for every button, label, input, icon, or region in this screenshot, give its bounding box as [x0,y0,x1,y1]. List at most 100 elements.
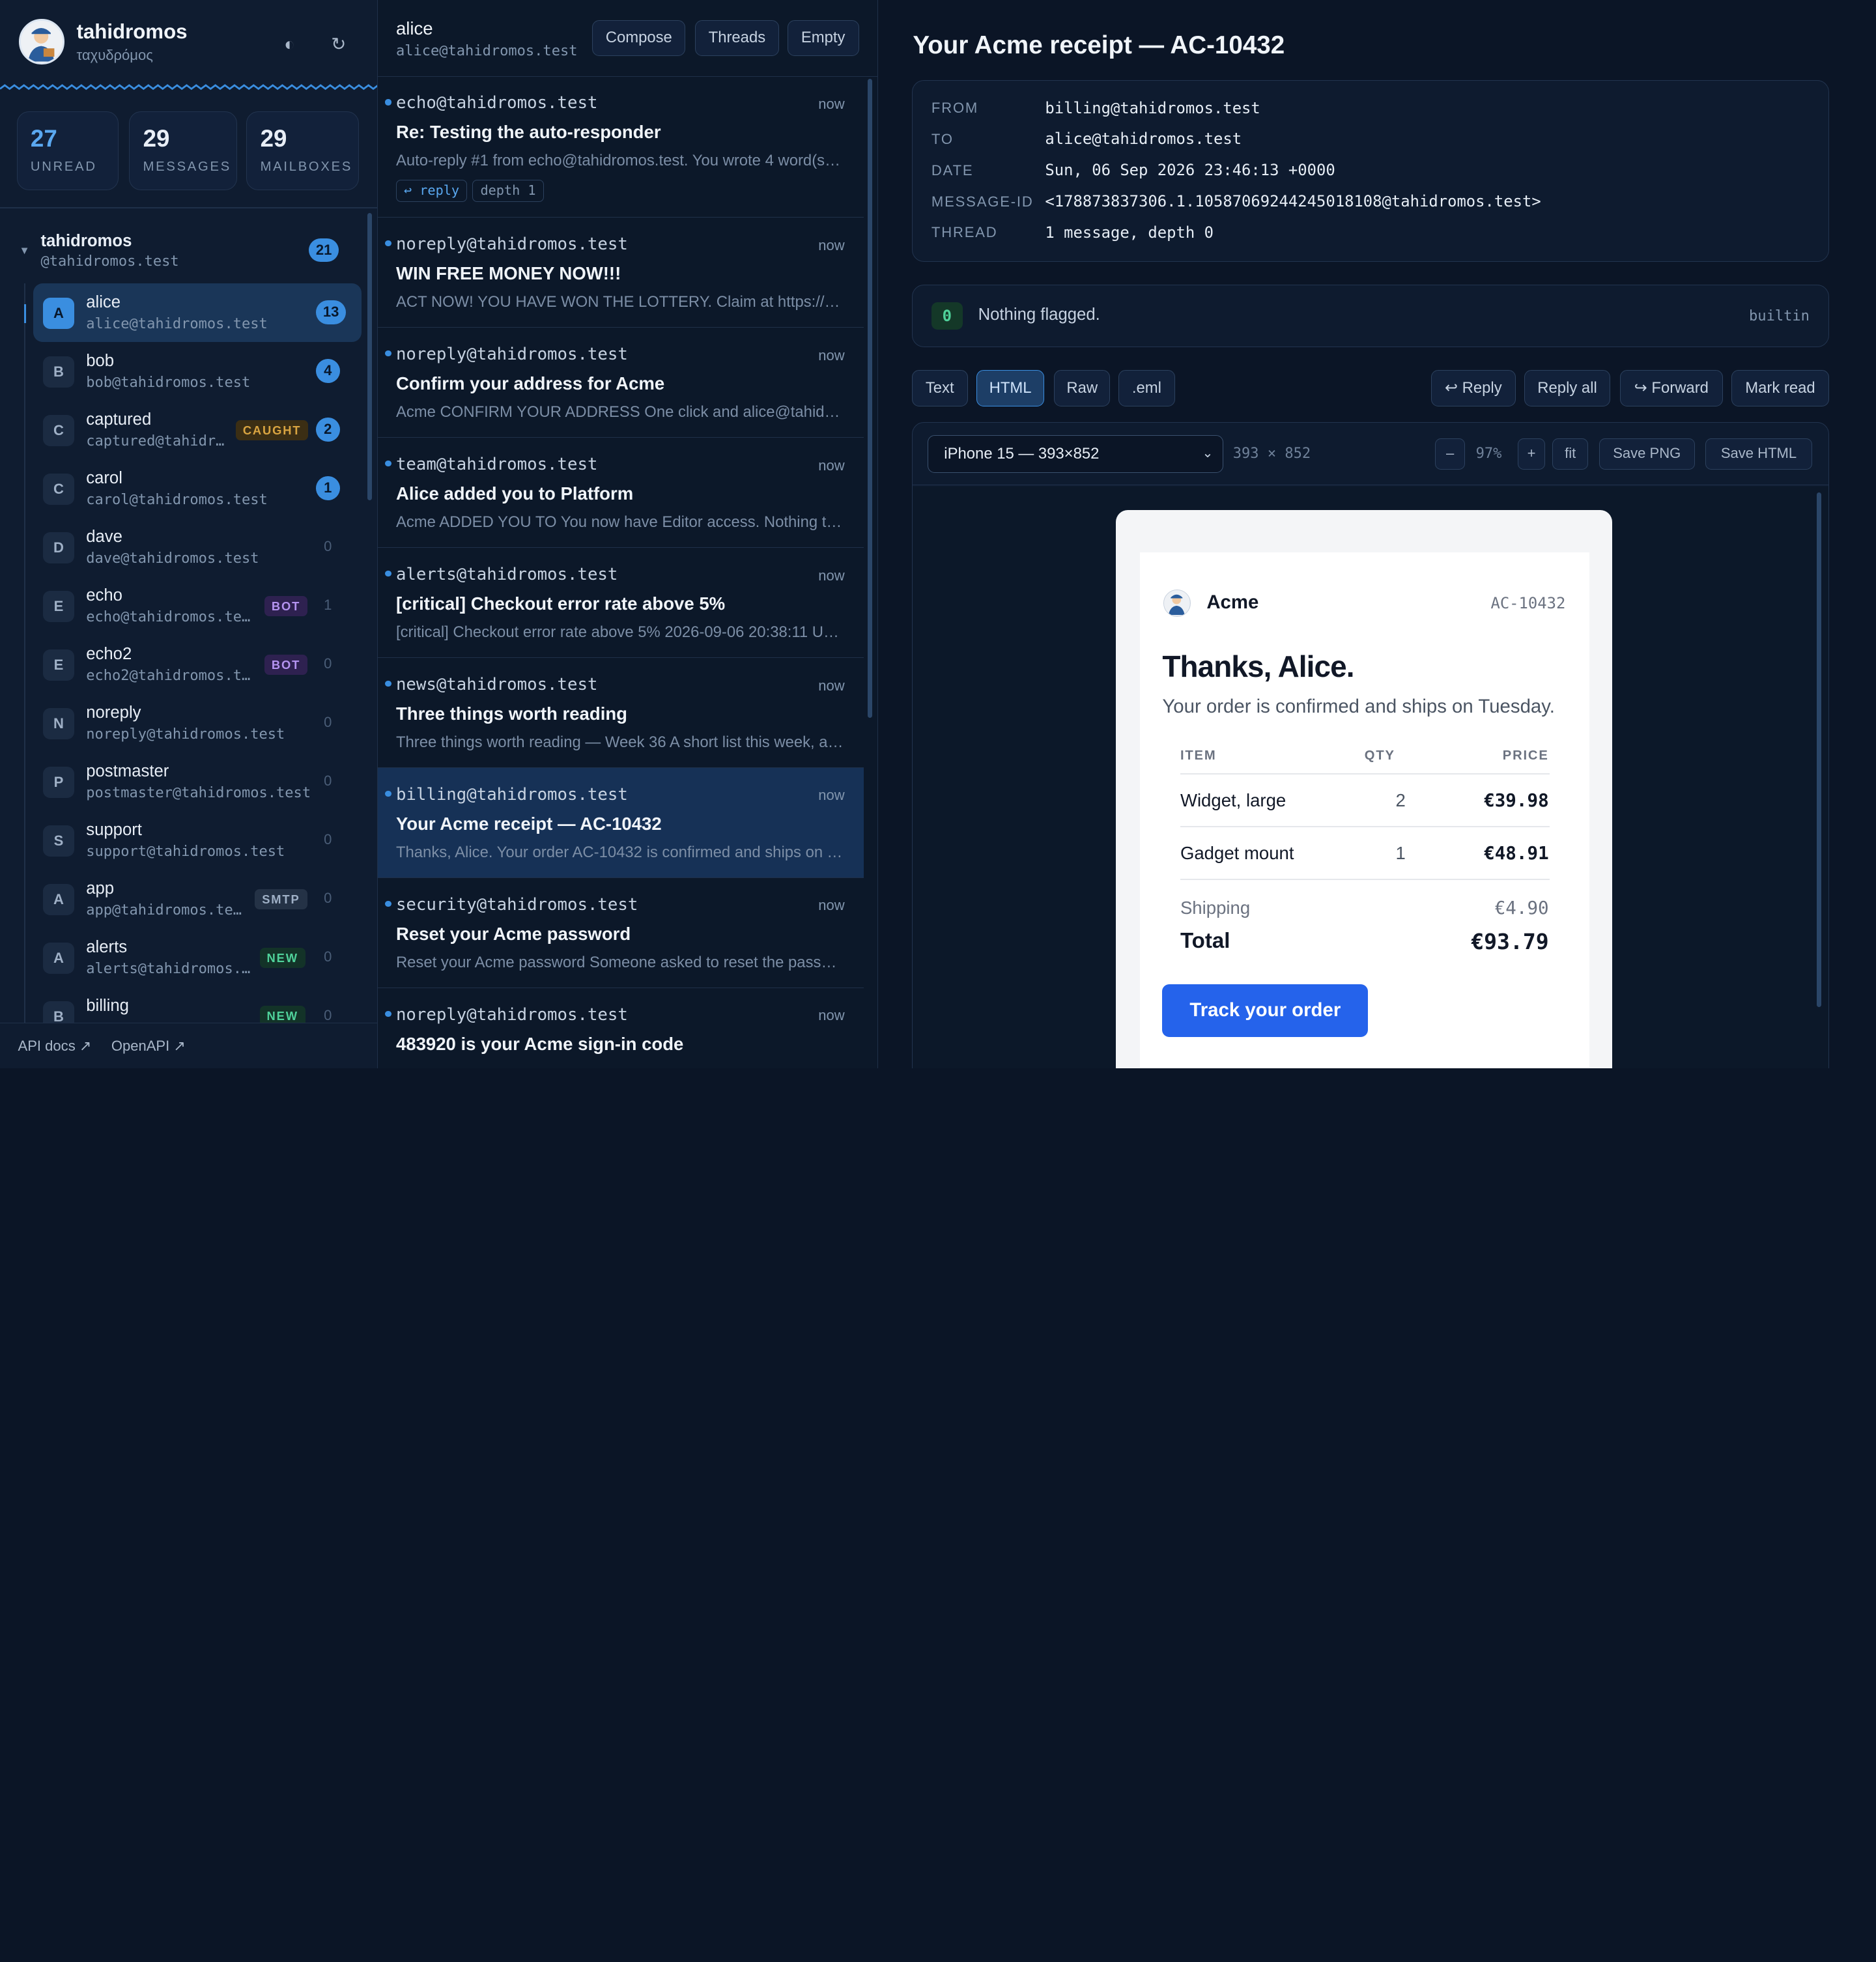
message-chip: ↩ reply [395,179,468,203]
mailbox-name: bob [86,351,115,370]
mailbox-item-bob[interactable]: B bob bob@tahidromos.test 4 [33,342,361,401]
message-subject: Alice added you to Platform [395,483,634,504]
mailbox-address: alerts@tahidromos.… [86,960,251,977]
account-row[interactable]: ▼ tahidromos @tahidromos.test 21 [0,225,377,275]
mailbox-item-noreply[interactable]: N noreply noreply@tahidromos.test 0 [33,694,361,752]
shipping-label: Shipping [1180,898,1251,918]
message-row[interactable]: noreply@tahidromos.test now WIN FREE MON… [378,218,864,328]
theme-toggle-icon[interactable]: ◐ [276,31,302,57]
mailbox-count-badge: 1 [315,476,340,500]
stat-messages-value: 29 [143,125,170,152]
mailbox-address: postmaster@tahidromos.test [86,784,311,801]
mailbox-count-badge: 0 [324,831,332,847]
zoom-out-button[interactable]: – [1435,438,1466,470]
message-subject: WIN FREE MONEY NOW!!! [395,263,621,284]
flag-count-badge: 0 [931,302,963,330]
message-from: echo@tahidromos.test [395,93,598,113]
message-row[interactable]: security@tahidromos.test now Reset your … [378,878,864,989]
message-row[interactable]: echo@tahidromos.test now Re: Testing the… [378,77,864,218]
track-order-button[interactable]: Track your order [1162,984,1369,1037]
mailbox-avatar: S [43,825,74,857]
device-select[interactable]: iPhone 15 — 393×852 ⌄ [928,434,1224,474]
item-name: Widget, large [1180,790,1286,811]
mailbox-avatar: P [43,767,74,798]
message-subject: 483920 is your Acme sign-in code [395,1033,684,1054]
mailbox-item-echo2[interactable]: E echo2 echo2@tahidromos.te… BOT 0 [33,635,361,694]
chevron-down-icon: ⌄ [1202,446,1214,461]
account-name: tahidromos [40,232,132,251]
message-row[interactable]: team@tahidromos.test now Alice added you… [378,438,864,548]
mailbox-item-echo[interactable]: E echo echo@tahidromos.test BOT 1 [33,576,361,635]
stat-unread-value: 27 [30,125,57,152]
mailbox-item-captured[interactable]: C captured captured@tahidr… CAUGHT 2 [33,401,361,459]
fit-button[interactable]: fit [1552,438,1589,470]
mailbox-item-dave[interactable]: D dave dave@tahidromos.test 0 [33,518,361,576]
mailbox-count-badge: 0 [324,537,332,554]
item-qty: 1 [1395,843,1406,863]
empty-button[interactable]: Empty [787,20,859,57]
mailbox-list: A alice alice@tahidromos.test 13 B bob b… [23,283,362,1045]
view-raw-tab[interactable]: Raw [1054,369,1111,407]
save-html-button[interactable]: Save HTML [1705,438,1812,470]
mailbox-avatar: E [43,649,74,681]
mailbox-item-carol[interactable]: C carol carol@tahidromos.test 1 [33,459,361,518]
spam-flags-panel: 0 Nothing flagged. builtin [911,285,1830,347]
openapi-link[interactable]: OpenAPI ↗ [111,1038,186,1055]
mailbox-name: captured [86,410,152,429]
compose-button[interactable]: Compose [592,20,686,57]
mailbox-item-support[interactable]: S support support@tahidromos.test 0 [33,811,361,870]
mailbox-avatar: C [43,474,74,505]
list-mailbox-name: alice [395,18,433,38]
header-date-value: Sun, 06 Sep 2026 23:46:13 +0000 [1045,161,1335,180]
mailbox-item-postmaster[interactable]: P postmaster postmaster@tahidromos.test … [33,752,361,811]
preview-scrollbar[interactable] [1817,492,1822,1007]
header-key: DATE [931,162,974,178]
message-row[interactable]: billing@tahidromos.test now Your Acme re… [378,768,864,879]
save-png-button[interactable]: Save PNG [1599,438,1695,470]
brand: tahidromos ταχυδρόμος [19,19,188,65]
zoom-in-button[interactable]: + [1517,438,1546,470]
forward-button[interactable]: ↪ Forward [1619,369,1723,407]
message-row[interactable]: noreply@tahidromos.test now Confirm your… [378,328,864,438]
sidebar-scrollbar[interactable] [367,212,373,500]
view-text-tab[interactable]: Text [911,369,968,407]
message-row[interactable]: noreply@tahidromos.test now 483920 is yo… [378,988,864,1068]
mailbox-tag-badge: NEW [259,947,306,968]
account-domain: @tahidromos.test [40,253,179,270]
mailbox-avatar: E [43,591,74,622]
mailbox-item-alice[interactable]: A alice alice@tahidromos.test 13 [23,283,362,343]
message-row[interactable]: alerts@tahidromos.test now [critical] Ch… [378,548,864,659]
mark-read-button[interactable]: Mark read [1731,369,1830,407]
stat-mailboxes: 29 MAILBOXES [246,111,359,191]
message-subject: Confirm your address for Acme [395,373,665,394]
reply-button[interactable]: ↩ Reply [1430,369,1516,407]
mailbox-count-badge: 0 [324,772,332,789]
refresh-icon[interactable]: ↻ [326,31,352,57]
mailbox-name: noreply [86,703,141,722]
message-subject: Your Acme receipt — AC-10432 [395,813,662,834]
mailbox-item-app[interactable]: A app app@tahidromos.te… SMTP 0 [33,870,361,928]
mailbox-address: echo2@tahidromos.te… [86,667,257,684]
mailbox-count-badge: 2 [315,417,340,442]
brand-name: tahidromos [76,20,188,43]
reply-all-button[interactable]: Reply all [1524,369,1611,407]
view-eml-tab[interactable]: .eml [1118,369,1175,407]
mailbox-name: app [86,879,115,898]
html-preview-panel: iPhone 15 — 393×852 ⌄ 393 × 852 – 97% + … [911,422,1830,1069]
unread-dot-icon [385,1010,391,1017]
mailbox-count-badge: 13 [315,300,347,324]
col-item-header: ITEM [1180,748,1217,763]
view-html-tab[interactable]: HTML [976,369,1045,407]
api-docs-link[interactable]: API docs ↗ [18,1038,92,1055]
message-from: noreply@tahidromos.test [395,234,628,254]
mailbox-name: postmaster [86,761,169,780]
mailbox-item-alerts[interactable]: A alerts alerts@tahidromos.… NEW 0 [33,928,361,987]
threads-button[interactable]: Threads [695,20,779,57]
message-row[interactable]: news@tahidromos.test now Three things wo… [378,658,864,769]
collapse-caret-icon[interactable]: ▼ [19,244,29,257]
mailbox-address: echo@tahidromos.test [86,608,257,625]
mailbox-address: support@tahidromos.test [86,843,285,860]
logo-avatar-icon [19,19,65,65]
list-scrollbar[interactable] [867,79,872,718]
item-name: Gadget mount [1180,843,1294,863]
